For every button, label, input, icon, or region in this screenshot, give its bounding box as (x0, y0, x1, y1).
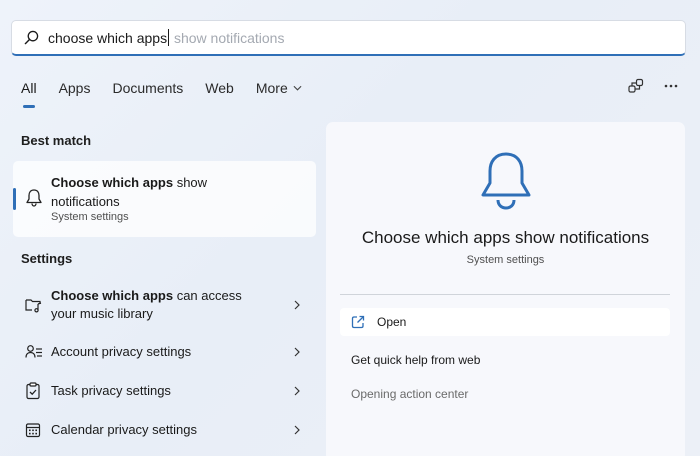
chevron-right-icon (294, 425, 300, 435)
chevron-right-icon (294, 300, 300, 310)
header-actions (628, 78, 678, 94)
setting-item-task-privacy[interactable]: Task privacy settings (13, 372, 316, 410)
setting-item-label: Task privacy settings (51, 383, 171, 398)
filter-tabs: All Apps Documents Web More (21, 80, 324, 108)
bell-icon (26, 189, 42, 207)
tab-more[interactable]: More (256, 80, 302, 96)
best-match-result[interactable]: Choose which apps show notifications Sys… (13, 161, 316, 237)
text-caret (168, 29, 170, 46)
setting-item-label: Choose which apps can access your music … (51, 287, 261, 323)
settings-heading: Settings (21, 251, 73, 266)
search-bar[interactable]: choose which apps show notifications (11, 20, 686, 56)
tab-all[interactable]: All (21, 80, 37, 108)
best-match-title: Choose which apps show notifications (51, 173, 251, 211)
search-suggestion: show notifications (170, 30, 285, 46)
setting-item-calendar-privacy[interactable]: Calendar privacy settings (13, 411, 316, 449)
best-match-title-bold: Choose which apps (51, 175, 174, 190)
best-match-subtitle: System settings (51, 211, 129, 223)
search-typed-text: choose which apps (48, 30, 168, 46)
detail-title: Choose which apps show notifications (361, 228, 650, 247)
more-icon[interactable] (664, 84, 678, 88)
detail-subtitle: System settings (466, 254, 545, 266)
chevron-right-icon (294, 347, 300, 357)
open-external-icon (351, 315, 365, 329)
music-folder-icon (25, 299, 42, 313)
clipboard-icon (26, 382, 40, 400)
best-match-heading: Best match (21, 133, 92, 148)
selection-indicator (13, 188, 16, 210)
chevron-down-icon (293, 85, 302, 91)
quick-help-link[interactable]: Get quick help from web (351, 353, 480, 367)
tab-documents[interactable]: Documents (112, 80, 183, 96)
opening-action-center-text: Opening action center (351, 387, 469, 401)
chevron-right-icon (294, 386, 300, 396)
tab-web[interactable]: Web (205, 80, 234, 96)
tab-more-label: More (255, 80, 288, 96)
calendar-icon (25, 423, 41, 438)
setting-item-label: Calendar privacy settings (51, 422, 197, 437)
account-icon (25, 345, 42, 358)
bell-icon (481, 152, 531, 210)
open-button[interactable]: Open (340, 308, 670, 336)
share-icon[interactable] (628, 78, 644, 94)
open-button-label: Open (377, 315, 407, 329)
setting-item-label-bold: Choose which apps (51, 288, 174, 303)
tab-apps[interactable]: Apps (59, 80, 91, 96)
search-input[interactable]: choose which apps show notifications (48, 29, 284, 46)
setting-item-music-access[interactable]: Choose which apps can access your music … (13, 285, 316, 325)
setting-item-label: Account privacy settings (51, 344, 192, 359)
detail-pane: Choose which apps show notifications Sys… (326, 122, 685, 456)
setting-item-account-privacy[interactable]: Account privacy settings (13, 333, 316, 371)
search-icon (24, 30, 39, 45)
divider (340, 294, 670, 295)
